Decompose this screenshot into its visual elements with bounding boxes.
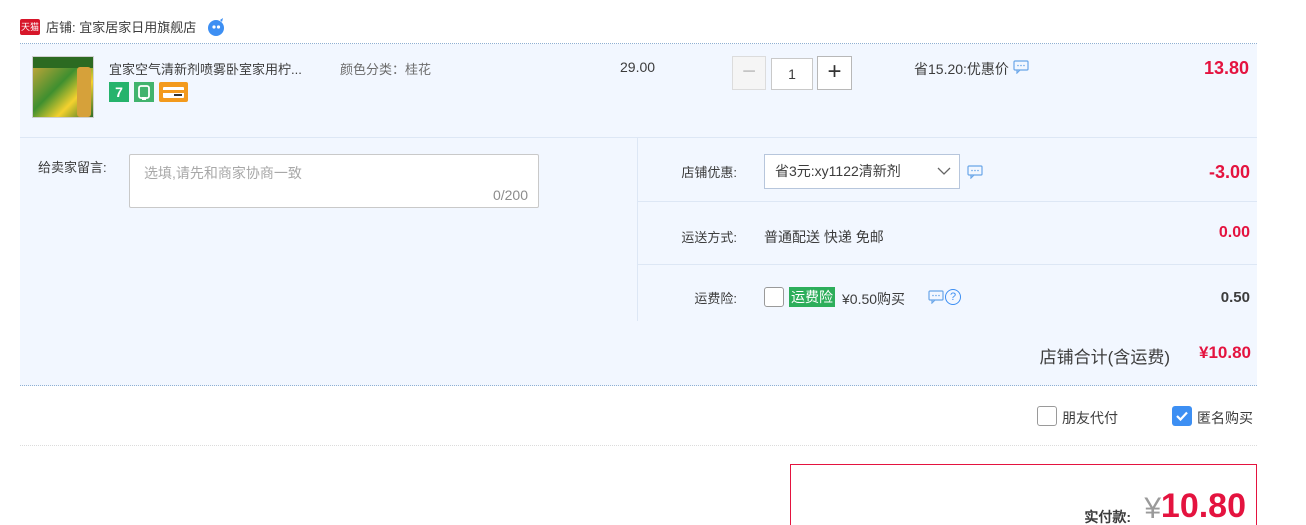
speech-bubble-icon[interactable]	[967, 165, 983, 180]
tmall-logo: 天猫	[20, 18, 40, 35]
discount-info: 省15.20:优惠价	[914, 59, 1029, 79]
insurance-checkbox[interactable]	[764, 287, 784, 307]
friend-pay-label[interactable]: 朋友代付	[1062, 408, 1118, 428]
seller-message-placeholder: 选填,请先和商家协商一致	[144, 165, 302, 181]
payment-amount: 10.80	[1160, 487, 1246, 525]
credit-card-icon[interactable]	[159, 82, 188, 102]
payment-summary-box: 实付款: ¥ 10.80	[790, 464, 1257, 525]
help-question-icon[interactable]: ?	[945, 289, 961, 305]
coupon-select[interactable]: 省3元:xy1122清新剂	[764, 154, 960, 189]
insurance-price: ¥0.50购买	[842, 291, 906, 307]
shop-total-value: ¥10.80	[1199, 343, 1251, 362]
payment-label: 实付款:	[1084, 509, 1131, 525]
coupon-amount: -3.00	[1208, 162, 1250, 182]
coupon-label: 店铺优惠:	[681, 165, 737, 180]
insurance-amount: 0.50	[1220, 289, 1250, 306]
purchase-options-bar: 朋友代付 匿名购买	[20, 386, 1257, 446]
coupon-selected-value: 省3元:xy1122清新剂	[775, 163, 901, 179]
anonymous-label[interactable]: 匿名购买	[1197, 408, 1253, 428]
unit-price: 29.00	[620, 59, 656, 75]
row-divider	[638, 264, 1257, 265]
anonymous-checkbox[interactable]	[1172, 406, 1192, 426]
speech-bubble-icon[interactable]	[1013, 60, 1029, 75]
shipping-label: 运送方式:	[681, 230, 737, 245]
guarantee-shield-icon[interactable]	[134, 82, 154, 102]
quantity-increment-button[interactable]: +	[817, 56, 852, 90]
quantity-input[interactable]: 1	[771, 58, 813, 90]
shop-total-bar: 店铺合计(含运费) ¥10.80	[20, 321, 1257, 386]
thumbnail-product-can	[77, 67, 91, 117]
order-options-panel: 给卖家留言: 选填,请先和商家协商一致 0/200 店铺优惠: 省3元:xy11…	[20, 138, 1257, 321]
discount-label: 省15.20:优惠价	[914, 61, 1009, 77]
shipping-amount: 0.00	[1218, 224, 1250, 241]
friend-pay-checkbox[interactable]	[1037, 406, 1057, 426]
seller-message-textarea[interactable]: 选填,请先和商家协商一致 0/200	[129, 154, 539, 208]
product-thumbnail[interactable]	[32, 56, 94, 118]
item-subtotal: 13.80	[1203, 58, 1249, 78]
character-counter: 0/200	[492, 187, 528, 203]
shipping-method: 普通配送 快递 免邮	[764, 229, 884, 245]
speech-bubble-icon[interactable]	[928, 290, 944, 305]
seller-message-label: 给卖家留言:	[38, 160, 107, 175]
shop-total-label: 店铺合计(含运费)	[1039, 348, 1170, 367]
order-item-row: 宜家空气清新剂喷雾卧室家用柠... 颜色分类：桂花 7 29.00 − 1 + …	[20, 44, 1257, 138]
product-sku: 颜色分类：桂花	[340, 62, 432, 77]
row-divider	[638, 201, 1257, 202]
quantity-decrement-button[interactable]: −	[732, 56, 766, 90]
seven-day-return-icon[interactable]: 7	[109, 82, 129, 102]
product-title[interactable]: 宜家空气清新剂喷雾卧室家用柠...	[109, 59, 302, 78]
chevron-down-icon	[937, 155, 951, 188]
insurance-tag: 运费险	[789, 287, 835, 307]
currency-symbol: ¥	[1144, 492, 1161, 525]
shop-header: 天猫 店铺: 宜家居家日用旗舰店	[20, 10, 1257, 44]
wangwang-chat-icon[interactable]	[206, 17, 226, 37]
insurance-label: 运费险:	[694, 291, 737, 306]
shop-name[interactable]: 店铺: 宜家居家日用旗舰店	[46, 17, 196, 36]
